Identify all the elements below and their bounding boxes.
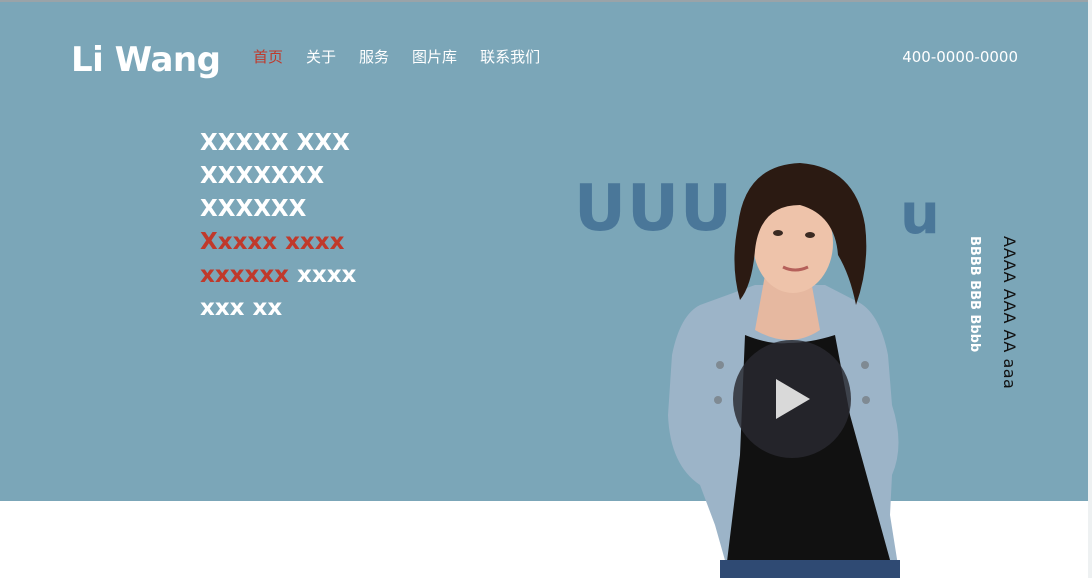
play-icon xyxy=(776,379,810,419)
site-logo[interactable]: Li Wang xyxy=(71,40,221,80)
headline-line-5-red: xxxxxx xyxy=(200,262,290,288)
hero-section: Li Wang 首页 关于 服务 图片库 联系我们 400-0000-0000 … xyxy=(0,2,1092,501)
video-play-button[interactable] xyxy=(733,340,851,458)
main-nav: 首页 关于 服务 图片库 联系我们 xyxy=(253,46,563,67)
vertical-text-b: BBBB BBB Bbbb xyxy=(967,236,982,353)
headline-line-1: XXXXX XXX xyxy=(200,130,350,156)
nav-item-home[interactable]: 首页 xyxy=(253,46,283,67)
nav-item-services[interactable]: 服务 xyxy=(359,46,389,67)
vertical-text-a: AAAA AAA AA aaa xyxy=(1000,236,1019,390)
phone-number: 400-0000-0000 xyxy=(902,48,1018,66)
headline-line-5-white: xxxx xyxy=(289,262,357,288)
nav-item-about[interactable]: 关于 xyxy=(306,46,336,67)
hero-headline: XXXXX XXX XXXXXXX XXXXXX Xxxxx xxxx xxxx… xyxy=(200,127,356,325)
nav-item-contact[interactable]: 联系我们 xyxy=(480,46,540,67)
headline-line-4: Xxxxx xxxx xyxy=(200,229,345,255)
nav-item-gallery[interactable]: 图片库 xyxy=(412,46,457,67)
headline-line-3: XXXXXX xyxy=(200,196,307,222)
scrollbar-edge xyxy=(1088,0,1092,578)
headline-line-5: xxxxxx xxxx xyxy=(200,259,356,292)
headline-line-2: XXXXXXX xyxy=(200,163,325,189)
headline-line-6: xxx xx xyxy=(200,295,283,321)
